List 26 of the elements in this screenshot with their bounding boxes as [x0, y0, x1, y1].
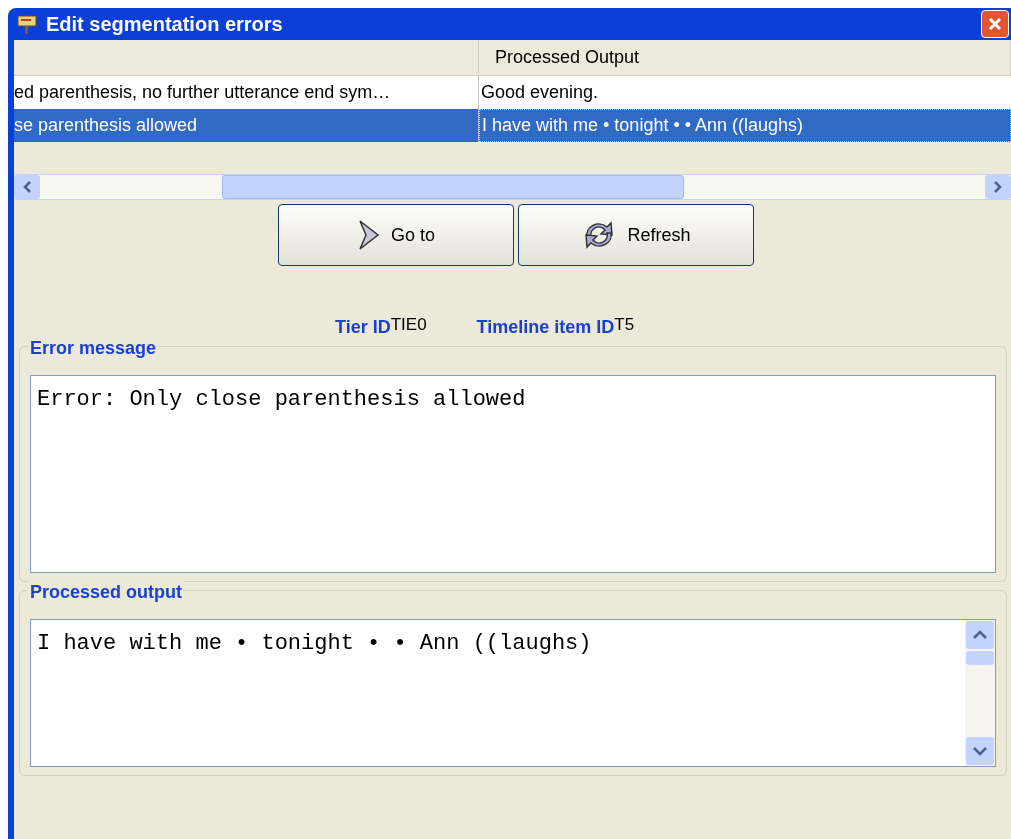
horizontal-scrollbar[interactable]	[14, 174, 1011, 200]
field-value: T5	[614, 314, 635, 336]
scroll-right-button[interactable]	[985, 175, 1011, 199]
scrollbar-thumb[interactable]	[222, 175, 684, 199]
close-button[interactable]	[981, 10, 1009, 38]
scroll-down-button[interactable]	[966, 737, 994, 765]
table-cell-text: Good evening.	[480, 81, 600, 104]
text-content: I have with me • tonight • • Ann ((laughs)	[36, 630, 593, 658]
vertical-scrollbar[interactable]	[965, 620, 995, 766]
text-content: Error: Only close parenthesis allowed	[36, 386, 527, 414]
text-area[interactable]: Error: Only close parenthesis allowed	[30, 375, 996, 573]
toolbar-button[interactable]: Go to	[278, 204, 514, 266]
toolbar-button[interactable]: Refresh	[518, 204, 754, 266]
field-label: Tier ID	[335, 316, 391, 339]
scroll-left-button[interactable]	[14, 175, 40, 199]
text-area[interactable]: I have with me • tonight • • Ann ((laughs)	[30, 619, 996, 767]
close-icon	[987, 16, 1003, 32]
field-value: TIE0	[390, 314, 427, 336]
scroll-up-button[interactable]	[966, 621, 994, 649]
window-title: Edit segmentation errors	[46, 12, 283, 37]
column-header[interactable]: Processed Output	[495, 44, 640, 71]
scrollbar-thumb[interactable]	[966, 651, 994, 665]
app-icon	[16, 13, 38, 35]
field-label: Timeline item ID	[476, 316, 615, 339]
chevron-icon	[357, 219, 381, 251]
table-row[interactable]: se parenthesis allowed I have with me • tonight • • Ann ((laughs)	[14, 109, 1011, 142]
